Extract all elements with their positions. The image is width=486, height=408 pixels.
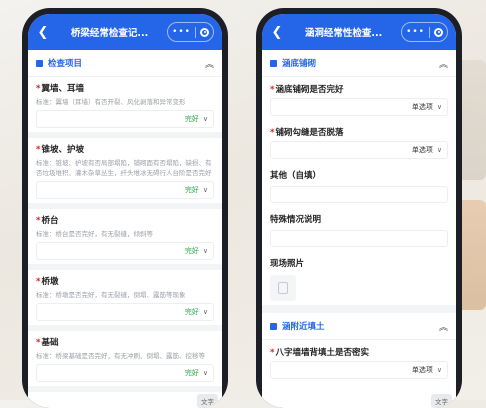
section-header-inspection-items[interactable]: 检查项目 ︽ [28,50,222,77]
page-title: 涵洞经常性检查... [304,28,383,39]
required-marker: * [270,85,275,95]
back-icon[interactable]: ❮ [266,25,288,40]
inspection-item: *翼墙、耳墙 标准：翼墙（耳墙）有否开裂、风化剥落和异常变形 完好 ∨ [28,77,222,138]
question-label: 涵底铺砌是否完好 [275,85,344,95]
chevron-down-icon: ∨ [202,115,208,123]
nav-bar: ❮ 桥梁经常检查记... ••• [28,14,222,50]
section-header-culvert-fill[interactable]: 涵附近填土 ︽ [262,313,456,340]
item-label: 锥坡、护坡 [41,145,84,155]
select-value: 完好 [184,308,199,316]
nav-bar: ❮ 涵洞经常性检查... ••• [262,14,456,50]
mini-program-capsule: ••• [401,22,448,42]
required-marker: * [36,145,41,155]
item-standard: 标准：锥坡、护坡有否局部塌陷，铺砌面有否塌陷，缺损、有否垃圾堆积、灌木杂草丛生，… [36,159,212,177]
special-label: 特殊情况说明 [270,215,322,225]
other-input[interactable] [270,186,448,203]
required-marker: * [36,216,41,226]
chevron-down-icon: ∨ [436,103,442,111]
item-label: 翼墙、耳墙 [41,84,84,94]
status-select[interactable]: 完好 ∨ [36,242,214,260]
photo-label: 现场照片 [270,259,305,269]
required-marker: * [270,128,275,138]
required-marker: * [270,348,275,358]
text-tool-button[interactable]: 文字 [197,394,218,408]
item-standard: 标准：桥墩是否完好，有无裂缝，倒塌、露筋等现象 [36,291,186,299]
question-item: *涵底铺砌是否完好 单选项 ∨ [262,77,456,120]
chevron-down-icon: ∨ [202,369,208,377]
select-value: 完好 [184,115,199,123]
phone-frame-right: ❮ 涵洞经常性检查... ••• 涵底铺砌 ︽ *涵底铺砌是否完好 单选项 ∨ *… [256,8,462,408]
collapse-chevron-icon[interactable]: ︽ [439,320,448,333]
capsule-divider [429,26,430,38]
section-marker-icon [36,59,43,67]
mini-program-capsule: ••• [167,22,214,42]
single-choice-select[interactable]: 单选项 ∨ [270,98,448,116]
section-marker-icon [270,322,277,330]
select-placeholder: 单选项 [411,366,433,374]
select-value: 完好 [184,247,199,255]
required-marker: * [36,84,41,94]
page-title: 桥梁经常检查记... [70,28,149,39]
photo-upload-button[interactable] [270,275,296,301]
chevron-down-icon: ∨ [202,308,208,316]
more-icon[interactable]: ••• [172,27,191,37]
status-select[interactable]: 完好 ∨ [36,181,214,199]
chevron-down-icon: ∨ [202,186,208,194]
back-icon[interactable]: ❮ [32,25,54,40]
item-label: 桥墩 [41,277,59,287]
status-select[interactable]: 完好 ∨ [36,364,214,382]
capsule-divider [195,26,196,38]
section-marker-icon [270,59,277,67]
select-placeholder: 单选项 [411,146,433,154]
question-label: 铺砌勾缝是否脱落 [275,128,344,138]
special-input[interactable] [270,230,448,247]
more-icon[interactable]: ••• [406,27,425,37]
section-title: 检查项目 [48,59,83,69]
culvert-inspection-screen: ❮ 涵洞经常性检查... ••• 涵底铺砌 ︽ *涵底铺砌是否完好 单选项 ∨ *… [262,14,456,408]
item-standard: 标准：桥梁基础是否完好，有无冲刷、倒塌、露筋、挖移等 [36,352,205,360]
phone-frame-left: ❮ 桥梁经常检查记... ••• 检查项目 ︽ *翼墙、耳墙 标准：翼墙（耳墙）… [22,8,228,408]
question-item: *铺砌勾缝是否脱落 单选项 ∨ [262,120,456,163]
select-value: 完好 [184,369,199,377]
item-label: 基础 [41,338,59,348]
other-label: 其他（自填） [270,171,322,181]
section-header-culvert-bottom[interactable]: 涵底铺砌 ︽ [262,50,456,77]
item-standard: 标准：桥台是否完好，有无裂缝，倾斜等 [36,230,153,238]
section-title: 涵底铺砌 [282,59,317,69]
item-label: 桥台 [41,216,59,226]
inspection-item: *桥墩 标准：桥墩是否完好，有无裂缝，倒塌、露筋等现象 完好 ∨ [28,270,222,331]
item-standard: 标准：翼墙（耳墙）有否开裂、风化剥落和异常变形 [36,98,186,106]
status-select[interactable]: 完好 ∨ [36,110,214,128]
required-marker: * [36,338,41,348]
question-item: *八字墙墙背填土是否密实 单选项 ∨ [262,340,456,383]
question-item: 现场照片 [262,251,456,305]
chevron-down-icon: ∨ [436,366,442,374]
close-icon[interactable] [434,27,443,37]
inspection-item: *桥台 标准：桥台是否完好，有无裂缝，倾斜等 完好 ∨ [28,209,222,270]
bridge-inspection-screen: ❮ 桥梁经常检查记... ••• 检查项目 ︽ *翼墙、耳墙 标准：翼墙（耳墙）… [28,14,222,408]
select-value: 完好 [184,186,199,194]
required-marker: * [36,277,41,287]
status-select[interactable]: 完好 ∨ [36,303,214,321]
inspection-item: *基础 标准：桥梁基础是否完好，有无冲刷、倒塌、露筋、挖移等 完好 ∨ [28,331,222,392]
section-gap [262,305,456,313]
collapse-chevron-icon[interactable]: ︽ [439,57,448,70]
close-icon[interactable] [200,27,209,37]
chevron-down-icon: ∨ [202,247,208,255]
single-choice-select[interactable]: 单选项 ∨ [270,361,448,379]
single-choice-select[interactable]: 单选项 ∨ [270,141,448,159]
question-label: 八字墙墙背填土是否密实 [275,348,369,358]
text-tool-button[interactable]: 文字 [431,394,452,408]
section-title: 涵附近填土 [282,322,325,332]
inspection-item: *锥坡、护坡 标准：锥坡、护坡有否局部塌陷，铺砌面有否塌陷，缺损、有否垃圾堆积、… [28,138,222,209]
collapse-chevron-icon[interactable]: ︽ [205,57,214,70]
chevron-down-icon: ∨ [436,146,442,154]
question-item: 其他（自填） [262,163,456,207]
file-upload-icon [278,282,288,294]
question-item: 特殊情况说明 [262,207,456,251]
select-placeholder: 单选项 [411,103,433,111]
